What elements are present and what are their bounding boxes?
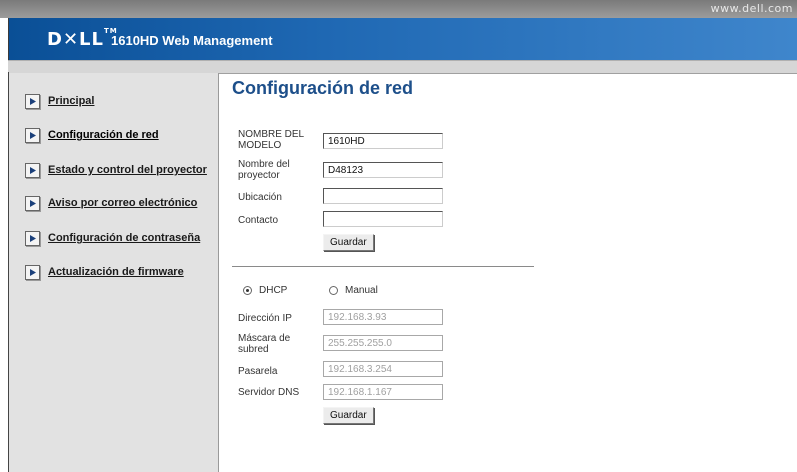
arrow-right-icon xyxy=(25,93,40,109)
sidebar-item-estado-y-control[interactable]: Estado y control del proyector xyxy=(25,161,207,179)
ip-address-label: Dirección IP xyxy=(238,313,292,324)
subnet-mask-field xyxy=(323,335,443,351)
contact-field[interactable] xyxy=(323,211,443,227)
page-title: Configuración de red xyxy=(232,78,414,98)
sidebar-item-configuracion-contrasena[interactable]: Configuración de contraseña xyxy=(25,229,200,247)
sidebar-item-label[interactable]: Estado y control del proyector xyxy=(48,164,207,176)
sidebar-item-label[interactable]: Aviso por correo electrónico xyxy=(48,197,197,209)
arrow-right-icon xyxy=(25,127,40,143)
dhcp-label: DHCP xyxy=(259,285,288,296)
section-divider xyxy=(232,266,534,267)
sidebar-item-label[interactable]: Principal xyxy=(48,95,94,107)
projector-name-field[interactable] xyxy=(323,162,443,178)
top-strip: www.dell.com xyxy=(0,0,797,18)
dhcp-radio[interactable] xyxy=(243,286,252,295)
gateway-field xyxy=(323,361,443,377)
manual-radio[interactable] xyxy=(329,286,338,295)
arrow-right-icon xyxy=(25,264,40,280)
sidebar-item-configuracion-de-red[interactable]: Configuración de red xyxy=(25,126,159,144)
projector-name-label: Nombre del proyector xyxy=(238,159,290,181)
sidebar-item-label[interactable]: Configuración de contraseña xyxy=(48,232,200,244)
dns-server-field xyxy=(323,384,443,400)
header-band xyxy=(8,60,797,74)
arrow-right-icon xyxy=(25,162,40,178)
dell-logo-text: D✕LL xyxy=(47,29,104,50)
sidebar-item-aviso-correo[interactable]: Aviso por correo electrónico xyxy=(25,194,197,212)
model-name-field[interactable] xyxy=(323,133,443,149)
sidebar-item-label[interactable]: Actualización de firmware xyxy=(48,266,184,278)
header-banner: D✕LLTM 1610HD Web Management xyxy=(8,18,797,60)
dell-logo: D✕LLTM xyxy=(47,27,118,50)
gateway-label: Pasarela xyxy=(238,366,278,377)
sidebar-item-principal[interactable]: Principal xyxy=(25,92,94,110)
model-name-label: NOMBRE DEL MODELO xyxy=(238,129,304,151)
location-label: Ubicación xyxy=(238,192,282,203)
sidebar: Principal Configuración de red Estado y … xyxy=(9,73,219,472)
location-field[interactable] xyxy=(323,188,443,204)
dell-url-text: www.dell.com xyxy=(710,2,793,15)
sidebar-item-actualizacion-firmware[interactable]: Actualización de firmware xyxy=(25,263,184,281)
manual-radio-option[interactable]: Manual xyxy=(329,285,378,296)
device-save-button[interactable]: Guardar xyxy=(323,234,374,251)
manual-label: Manual xyxy=(345,285,378,296)
subnet-mask-label: Máscara de subred xyxy=(238,333,291,355)
dhcp-radio-option[interactable]: DHCP xyxy=(243,285,287,296)
sidebar-item-label[interactable]: Configuración de red xyxy=(48,129,159,141)
ip-address-field xyxy=(323,309,443,325)
dns-server-label: Servidor DNS xyxy=(238,387,300,398)
arrow-right-icon xyxy=(25,195,40,211)
contact-label: Contacto xyxy=(238,215,279,226)
network-save-button[interactable]: Guardar xyxy=(323,407,374,424)
arrow-right-icon xyxy=(25,230,40,246)
app-title: 1610HD Web Management xyxy=(111,33,273,48)
